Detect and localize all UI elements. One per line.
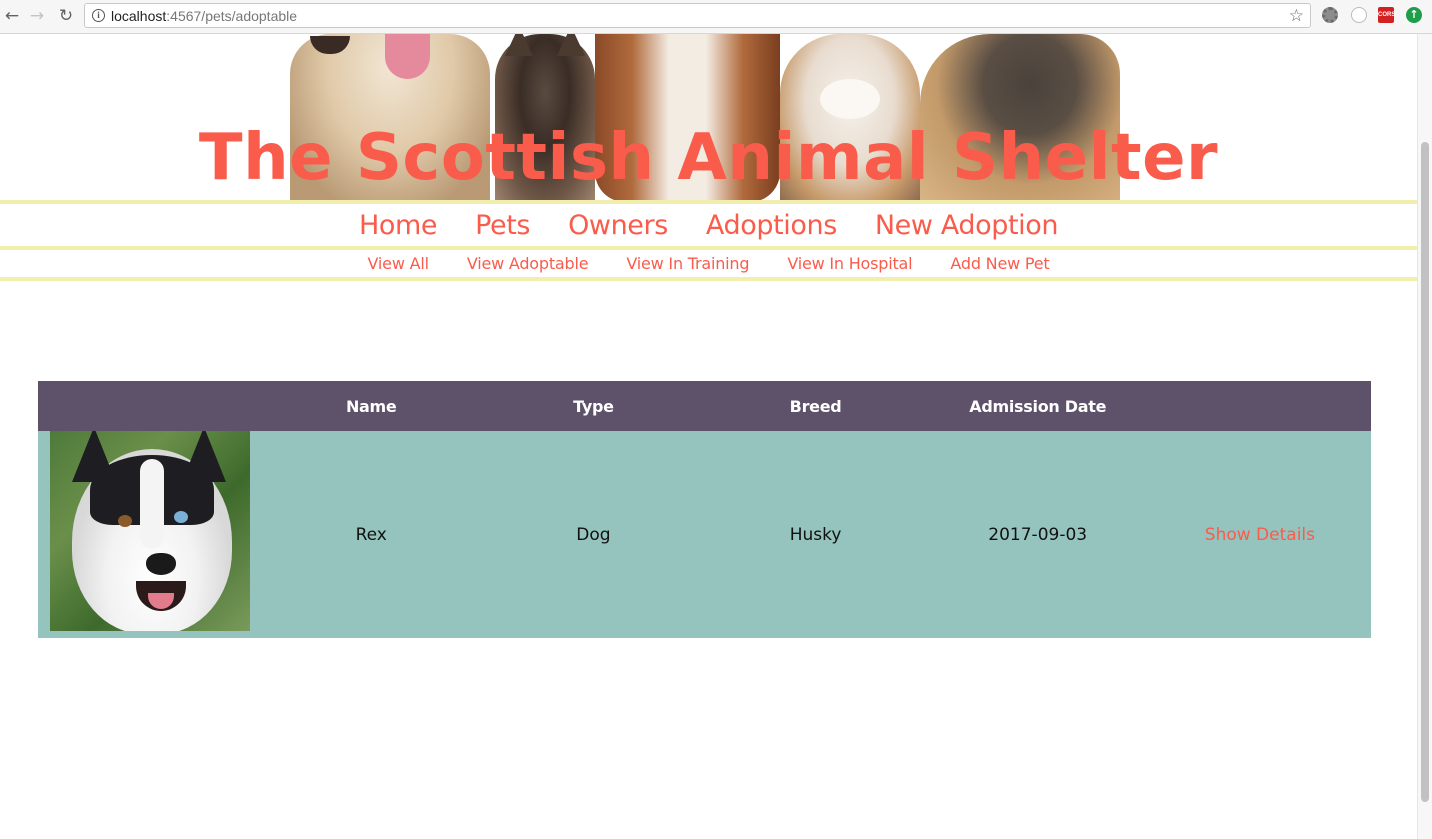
cors-icon[interactable]: CORS — [1378, 7, 1395, 23]
bookmark-star-icon[interactable]: ☆ — [1289, 6, 1304, 26]
scrollbar-thumb[interactable] — [1421, 142, 1429, 802]
url-host: localhost — [111, 8, 167, 24]
table-row: Rex Dog Husky 2017-09-03 Show Details — [38, 431, 1371, 638]
page-title: The Scottish Animal Shelter — [198, 121, 1219, 195]
pet-type: Dog — [482, 431, 705, 638]
nav-pets[interactable]: Pets — [475, 206, 530, 246]
pet-photo-cell — [38, 431, 261, 638]
subnav-view-in-hospital[interactable]: View In Hospital — [787, 251, 912, 277]
pet-admission-date: 2017-09-03 — [926, 431, 1149, 638]
pet-breed: Husky — [704, 431, 927, 638]
back-arrow-icon[interactable]: ← — [2, 6, 22, 26]
column-header-type: Type — [482, 381, 705, 431]
nav-divider-top — [0, 200, 1417, 204]
subnav-view-in-training[interactable]: View In Training — [626, 251, 749, 277]
column-header-admission-date: Admission Date — [926, 381, 1149, 431]
page: The Scottish Animal Shelter Home Pets Ow… — [0, 34, 1417, 839]
forward-arrow-icon[interactable]: → — [27, 6, 47, 26]
nav-owners[interactable]: Owners — [568, 206, 668, 246]
pet-name: Rex — [260, 431, 483, 638]
url-text[interactable]: localhost:4567/pets/adoptable — [111, 8, 297, 24]
nav-adoptions[interactable]: Adoptions — [706, 206, 837, 246]
subnav-view-all[interactable]: View All — [368, 251, 429, 277]
show-details-link[interactable]: Show Details — [1205, 525, 1315, 545]
nav-divider-bottom — [0, 277, 1417, 281]
nav-new-adoption[interactable]: New Adoption — [875, 206, 1059, 246]
column-header-actions — [1148, 381, 1371, 431]
column-header-breed: Breed — [704, 381, 927, 431]
browser-toolbar: ← → ↻ i localhost:4567/pets/adoptable ☆ … — [0, 0, 1432, 34]
pets-table: Name Type Breed Admission Date Rex Dog H… — [38, 381, 1371, 638]
circle-icon[interactable] — [1351, 7, 1367, 23]
url-path: :4567/pets/adoptable — [166, 8, 298, 24]
address-bar[interactable]: i localhost:4567/pets/adoptable ☆ — [84, 3, 1311, 28]
sub-nav: View All View Adoptable View In Training… — [0, 251, 1417, 277]
column-header-image — [38, 381, 261, 431]
main-nav: Home Pets Owners Adoptions New Adoption — [0, 206, 1417, 246]
column-header-name: Name — [260, 381, 483, 431]
vertical-scrollbar[interactable] — [1417, 34, 1432, 839]
subnav-view-adoptable[interactable]: View Adoptable — [467, 251, 589, 277]
info-icon[interactable]: i — [92, 9, 105, 22]
update-icon[interactable]: ↑ — [1406, 7, 1422, 23]
nav-divider-middle — [0, 246, 1417, 250]
nav-home[interactable]: Home — [359, 206, 438, 246]
pet-actions-cell: Show Details — [1148, 431, 1371, 638]
table-header-row: Name Type Breed Admission Date — [38, 381, 1371, 431]
subnav-add-new-pet[interactable]: Add New Pet — [950, 251, 1049, 277]
reload-icon[interactable]: ↻ — [56, 6, 76, 26]
pet-photo — [50, 431, 250, 631]
gear-icon[interactable] — [1322, 7, 1338, 23]
